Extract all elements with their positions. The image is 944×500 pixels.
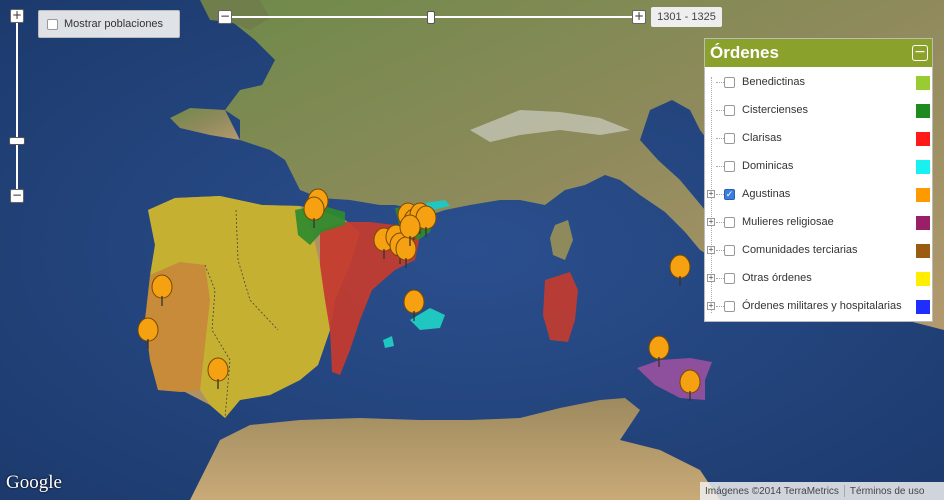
show-towns-toggle[interactable]: Mostrar poblaciones bbox=[38, 10, 180, 38]
plus-icon: + bbox=[633, 9, 645, 23]
legend-item[interactable]: + Otras órdenes bbox=[705, 265, 932, 293]
minus-icon: − bbox=[219, 9, 231, 23]
legend-collapse-button[interactable]: − bbox=[912, 45, 928, 61]
tree-connector bbox=[716, 110, 724, 111]
show-towns-checkbox[interactable] bbox=[47, 18, 58, 30]
legend-item-label: Mulieres religiosae bbox=[742, 216, 834, 228]
legend-item[interactable]: + Órdenes militares y hospitalarias bbox=[705, 293, 932, 321]
legend-color-swatch bbox=[916, 132, 930, 146]
legend-color-swatch bbox=[916, 104, 930, 118]
legend-item-checkbox[interactable] bbox=[724, 217, 735, 228]
timeline-handle[interactable] bbox=[427, 11, 435, 24]
legend-title: Órdenes bbox=[710, 43, 779, 62]
expand-icon[interactable]: + bbox=[707, 246, 715, 254]
zoom-in-button[interactable]: + bbox=[10, 9, 24, 23]
legend-item-label: Dominicas bbox=[742, 160, 794, 172]
legend-item-checkbox[interactable] bbox=[724, 77, 735, 88]
expand-icon[interactable]: + bbox=[707, 218, 715, 226]
show-towns-label: Mostrar poblaciones bbox=[64, 18, 164, 30]
tree-connector bbox=[716, 194, 724, 195]
legend-color-swatch bbox=[916, 272, 930, 286]
map-attribution: Imágenes ©2014 TerraMetrics Términos de … bbox=[700, 482, 944, 500]
legend-item-checkbox[interactable] bbox=[724, 105, 735, 116]
legend-item-label: Otras órdenes bbox=[742, 272, 812, 284]
tree-connector bbox=[716, 306, 724, 307]
tree-connector bbox=[716, 82, 724, 83]
legend-item-label: Órdenes militares y hospitalarias bbox=[742, 300, 902, 312]
tree-connector bbox=[716, 166, 724, 167]
minus-icon: − bbox=[11, 188, 23, 202]
legend-color-swatch bbox=[916, 188, 930, 202]
expand-icon[interactable]: + bbox=[707, 274, 715, 282]
terms-link[interactable]: Términos de uso bbox=[845, 486, 929, 497]
imagery-credit: Imágenes ©2014 TerraMetrics bbox=[705, 485, 839, 497]
timeline-range-label: 1301 - 1325 bbox=[651, 7, 722, 27]
legend-color-swatch bbox=[916, 76, 930, 90]
expand-icon[interactable]: + bbox=[707, 190, 715, 198]
legend-color-swatch bbox=[916, 244, 930, 258]
zoom-handle[interactable] bbox=[9, 137, 25, 145]
legend-item-checkbox[interactable]: ✓ bbox=[724, 189, 735, 200]
expand-icon[interactable]: + bbox=[707, 302, 715, 310]
legend-color-swatch bbox=[916, 300, 930, 314]
legend-item[interactable]: + Comunidades terciarias bbox=[705, 237, 932, 265]
google-logo: Google bbox=[6, 472, 62, 493]
plus-icon: + bbox=[11, 8, 23, 22]
timeline-forward-button[interactable]: + bbox=[632, 10, 646, 24]
minus-icon: − bbox=[914, 44, 926, 60]
legend-item[interactable]: + Mulieres religiosae bbox=[705, 209, 932, 237]
zoom-out-button[interactable]: − bbox=[10, 189, 24, 203]
legend-item-label: Agustinas bbox=[742, 188, 791, 200]
tree-connector bbox=[716, 278, 724, 279]
legend-item-checkbox[interactable] bbox=[724, 245, 735, 256]
legend-item-label: Cistercienses bbox=[742, 104, 809, 116]
legend-item-checkbox[interactable] bbox=[724, 301, 735, 312]
legend-item-checkbox[interactable] bbox=[724, 133, 735, 144]
zoom-track[interactable] bbox=[16, 22, 18, 192]
legend-item-checkbox[interactable] bbox=[724, 273, 735, 284]
tree-connector bbox=[716, 222, 724, 223]
legend-item[interactable]: Clarisas bbox=[705, 125, 932, 153]
legend-header: Órdenes − bbox=[705, 39, 932, 67]
tree-connector bbox=[716, 250, 724, 251]
legend-item[interactable]: Benedictinas bbox=[705, 69, 932, 97]
legend-item-label: Comunidades terciarias bbox=[742, 244, 858, 256]
tree-connector bbox=[716, 138, 724, 139]
legend-item-label: Clarisas bbox=[742, 132, 782, 144]
legend-item-checkbox[interactable] bbox=[724, 161, 735, 172]
legend-item[interactable]: Dominicas bbox=[705, 153, 932, 181]
timeline-back-button[interactable]: − bbox=[218, 10, 232, 24]
legend-item[interactable]: Cistercienses bbox=[705, 97, 932, 125]
legend-item-label: Benedictinas bbox=[742, 76, 805, 88]
legend-color-swatch bbox=[916, 160, 930, 174]
legend-color-swatch bbox=[916, 216, 930, 230]
orders-legend-panel: Órdenes − Benedictinas Cistercienses Clari… bbox=[704, 38, 933, 322]
legend-item[interactable]: + ✓ Agustinas bbox=[705, 181, 932, 209]
